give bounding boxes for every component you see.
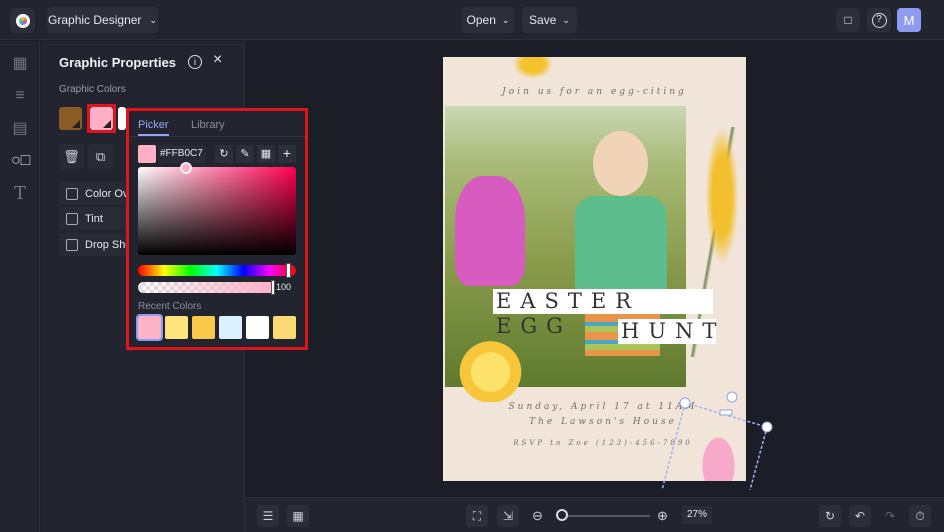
recent-colors-label: Recent Colors bbox=[138, 301, 202, 312]
graphic-colors-label: Graphic Colors bbox=[59, 84, 126, 95]
tab-library[interactable]: Library bbox=[191, 119, 225, 131]
grid-icon[interactable]: ▦ bbox=[257, 145, 275, 163]
graphic-color-swatch[interactable] bbox=[118, 107, 126, 130]
text-icon[interactable]: T bbox=[11, 185, 29, 203]
chevron-down-icon: ⌄ bbox=[562, 14, 570, 25]
zoom-slider-handle[interactable] bbox=[555, 509, 568, 521]
recent-color-swatch[interactable] bbox=[273, 316, 296, 339]
lily-flower-graphic[interactable] bbox=[513, 57, 553, 79]
title-line-1[interactable]: EASTER EGG bbox=[493, 289, 713, 338]
title-line-2[interactable]: HUNT bbox=[618, 319, 716, 344]
open-label: Open bbox=[466, 13, 496, 27]
graphics-icon[interactable]: ○□ bbox=[11, 152, 30, 170]
fit-screen-icon[interactable]: ⛶ bbox=[466, 505, 488, 527]
image-icon[interactable]: ▦ bbox=[11, 55, 29, 73]
recent-colors bbox=[136, 314, 296, 341]
hue-handle[interactable] bbox=[286, 263, 291, 278]
checkbox[interactable] bbox=[66, 187, 78, 200]
saturation-handle[interactable] bbox=[180, 162, 192, 174]
refresh-icon[interactable]: ↻ bbox=[819, 505, 841, 527]
trash-icon: 🗑 bbox=[63, 149, 80, 164]
shrink-icon[interactable]: ⇲ bbox=[497, 505, 519, 527]
zoom-out-icon[interactable]: ⊖ bbox=[532, 508, 543, 524]
save-button[interactable]: Save ⌄ bbox=[522, 7, 577, 33]
graphic-color-swatch[interactable] bbox=[59, 107, 82, 130]
hue-slider[interactable] bbox=[138, 265, 296, 276]
opacity-value[interactable]: 100 bbox=[276, 282, 291, 292]
add-color-icon[interactable]: + bbox=[278, 145, 296, 163]
recent-color-swatch[interactable] bbox=[136, 314, 163, 341]
history-icon[interactable]: ⏱ bbox=[909, 505, 931, 527]
duplicate-button[interactable]: ⧉ bbox=[88, 144, 113, 169]
app-menu-button[interactable]: Graphic Designer ⌄ bbox=[47, 7, 158, 33]
chick-graphic[interactable] bbox=[458, 327, 523, 402]
duplicate-icon: ⧉ bbox=[95, 149, 106, 164]
undo-icon[interactable]: ↶ bbox=[849, 505, 871, 527]
avatar[interactable]: M bbox=[897, 8, 921, 32]
info-icon[interactable]: i bbox=[188, 55, 202, 69]
opacity-handle[interactable] bbox=[271, 280, 275, 295]
chevron-down-icon: ⌄ bbox=[501, 14, 510, 25]
option-label: Color Ov bbox=[85, 187, 129, 200]
bottom-toolbar: ☰ ▦ ⛶ ⇲ ⊖ ⊕ 27% ↻ ↶ ↷ ⏱ bbox=[245, 497, 944, 532]
recent-color-swatch[interactable] bbox=[192, 316, 215, 339]
edge-handle bbox=[719, 409, 733, 416]
close-icon[interactable]: × bbox=[213, 51, 222, 69]
open-button[interactable]: Open ⌄ bbox=[462, 7, 514, 33]
checkbox[interactable] bbox=[66, 238, 78, 251]
resize-handle bbox=[679, 397, 691, 409]
panel-title: Graphic Properties bbox=[59, 55, 177, 70]
app-logo[interactable] bbox=[10, 8, 35, 33]
chevron-down-icon: ⌄ bbox=[149, 14, 157, 25]
intro-text[interactable]: Join us for an egg-citing bbox=[443, 87, 746, 97]
delete-button[interactable]: 🗑 bbox=[59, 144, 84, 169]
recent-color-swatch[interactable] bbox=[219, 316, 242, 339]
recent-color-swatch[interactable] bbox=[165, 316, 188, 339]
color-picker-popup: Picker Library #FFB0C7 ↻ ✎ ▦ + 100 Recen… bbox=[126, 108, 308, 350]
grid-view-icon[interactable]: ▦ bbox=[287, 505, 309, 527]
help-icon: ? bbox=[871, 12, 887, 28]
redo-icon[interactable]: ↷ bbox=[879, 505, 901, 527]
layers-icon[interactable]: ☰ bbox=[257, 505, 279, 527]
option-label: Tint bbox=[85, 212, 103, 225]
save-label: Save bbox=[529, 13, 557, 27]
opacity-slider[interactable] bbox=[138, 282, 274, 293]
current-color-preview bbox=[138, 145, 156, 163]
zoom-slider[interactable] bbox=[560, 515, 650, 517]
rotate-handle bbox=[726, 391, 738, 403]
eyedropper-icon[interactable]: ✎ bbox=[236, 145, 254, 163]
zoom-level[interactable]: 27% bbox=[682, 506, 712, 524]
comments-button[interactable]: □ bbox=[836, 8, 860, 32]
chat-icon: □ bbox=[844, 13, 852, 27]
hex-input[interactable]: #FFB0C7 bbox=[158, 145, 206, 163]
tool-rail: ▦ ≡ ▤ ○□ T bbox=[0, 41, 40, 532]
zoom-in-icon[interactable]: ⊕ bbox=[657, 508, 668, 524]
reset-icon[interactable]: ↻ bbox=[215, 145, 233, 163]
top-bar: Graphic Designer ⌄ Open ⌄ Save ⌄ □ ? M bbox=[0, 0, 944, 40]
frame-icon[interactable]: ▤ bbox=[11, 120, 29, 138]
adjust-icon[interactable]: ≡ bbox=[11, 87, 29, 105]
graphic-color-swatch-selected[interactable] bbox=[90, 107, 113, 130]
app-menu-label: Graphic Designer bbox=[48, 13, 142, 27]
selection-box[interactable] bbox=[650, 390, 780, 490]
checkbox[interactable] bbox=[66, 212, 78, 225]
help-button[interactable]: ? bbox=[867, 8, 891, 32]
resize-handle bbox=[761, 421, 773, 433]
recent-color-swatch[interactable] bbox=[246, 316, 269, 339]
option-label: Drop Sho bbox=[85, 238, 132, 251]
tab-picker[interactable]: Picker bbox=[138, 119, 169, 136]
saturation-area[interactable] bbox=[138, 167, 296, 255]
